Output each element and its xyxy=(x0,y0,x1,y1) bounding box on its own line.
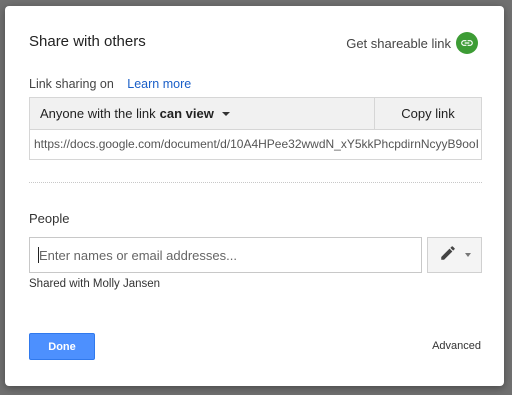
people-section-label: People xyxy=(29,211,70,226)
learn-more-link[interactable]: Learn more xyxy=(127,77,191,91)
caret-down-icon xyxy=(221,111,230,116)
copy-link-button[interactable]: Copy link xyxy=(374,98,481,129)
link-access-bar: Anyone with the link can view Copy link xyxy=(29,97,482,130)
link-icon[interactable] xyxy=(456,32,478,54)
dialog-title: Share with others xyxy=(29,33,146,50)
shared-with-text: Shared with Molly Jansen xyxy=(29,278,161,290)
caret-down-icon xyxy=(464,253,471,257)
text-cursor xyxy=(38,247,39,263)
share-url-field[interactable]: https://docs.google.com/document/d/10A4H… xyxy=(29,130,482,160)
done-button[interactable]: Done xyxy=(29,333,95,360)
link-access-dropdown[interactable]: Anyone with the link can view xyxy=(30,98,374,129)
permission-dropdown-button[interactable] xyxy=(427,237,482,273)
access-prefix: Anyone with the link xyxy=(40,106,156,121)
link-sharing-row: Link sharing on Learn more xyxy=(29,77,191,91)
link-sharing-status: Link sharing on xyxy=(29,77,114,91)
access-level: can view xyxy=(159,106,214,121)
people-input[interactable] xyxy=(29,237,422,273)
share-dialog: Share with others Get shareable link Lin… xyxy=(5,6,504,386)
get-shareable-link-label: Get shareable link xyxy=(346,35,451,51)
pencil-icon xyxy=(439,244,457,267)
get-shareable-link-button[interactable]: Get shareable link xyxy=(346,32,478,54)
section-divider xyxy=(29,182,482,183)
advanced-link[interactable]: Advanced xyxy=(432,340,481,352)
